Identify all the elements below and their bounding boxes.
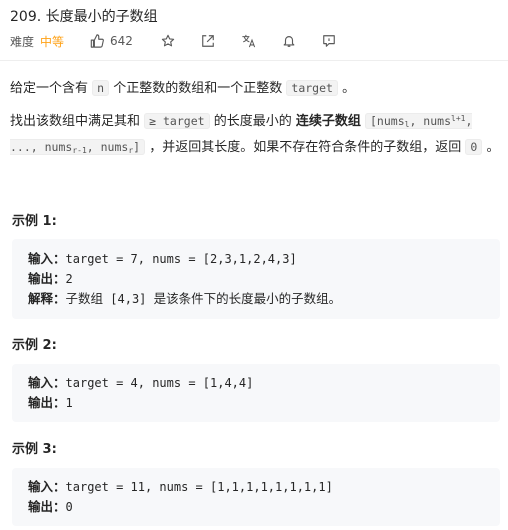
desc-text: ，并返回其长度。如果不存在符合条件的子数组，返回 <box>149 140 462 155</box>
difficulty-badge: 中等 <box>40 34 65 49</box>
desc-text: 给定一个含有 <box>10 81 89 96</box>
code-sub: r-1 <box>72 146 87 155</box>
output-value: 2 <box>65 272 73 286</box>
share-icon <box>202 35 214 47</box>
translate-icon <box>242 34 256 48</box>
code-part: [nums <box>370 114 405 128</box>
input-value: target = 11, nums = [1,1,1,1,1,1,1,1] <box>65 480 333 494</box>
example-2-input: 输入：target = 4, nums = [1,4,4] <box>28 373 253 393</box>
explain-key: 解释： <box>28 291 66 306</box>
output-key: 输出： <box>28 271 66 286</box>
like-button[interactable]: 642 <box>90 34 133 48</box>
feedback-button[interactable] <box>322 34 336 48</box>
bell-icon <box>283 36 295 47</box>
header-divider <box>0 60 508 61</box>
description-paragraph-2: 找出该数组中满足其和 ≥ target 的长度最小的 连续子数组 [numsl,… <box>10 108 500 162</box>
favorite-button[interactable] <box>161 34 175 48</box>
input-key: 输入： <box>28 375 66 390</box>
output-value: 1 <box>65 396 73 410</box>
example-2-box: 输入：target = 4, nums = [1,4,4] 输出：1 <box>12 364 500 422</box>
output-key: 输出： <box>28 499 66 514</box>
example-1-explanation: 解释：子数组 [4,3] 是该条件下的长度最小的子数组。 <box>28 289 341 309</box>
example-1-output: 输出：2 <box>28 269 73 289</box>
code-target: target <box>286 80 338 96</box>
code-zero: 0 <box>465 139 483 155</box>
thumbs-up-icon <box>90 34 104 48</box>
notification-button[interactable] <box>282 34 296 48</box>
code-ge-target: ≥ target <box>144 113 210 129</box>
code-sub: l+1 <box>451 114 466 123</box>
example-3-box: 输入：target = 11, nums = [1,1,1,1,1,1,1,1]… <box>12 468 500 526</box>
problem-title: 209. 长度最小的子数组 <box>10 9 158 25</box>
comment-icon <box>323 35 335 47</box>
code-part: , nums <box>86 140 129 154</box>
desc-text: 。 <box>486 140 500 155</box>
example-1-box: 输入：target = 7, nums = [2,3,1,2,4,3] 输出：2… <box>12 239 500 319</box>
desc-text: 个正整数的数组和一个正整数 <box>113 81 283 96</box>
code-n: n <box>92 80 110 96</box>
input-key: 输入： <box>28 479 66 494</box>
share-button[interactable] <box>201 34 215 48</box>
like-count: 642 <box>110 34 133 48</box>
output-key: 输出： <box>28 395 66 410</box>
input-value: target = 7, nums = [2,3,1,2,4,3] <box>65 252 297 266</box>
example-3-input: 输入：target = 11, nums = [1,1,1,1,1,1,1,1] <box>28 477 333 497</box>
desc-bold: 连续子数组 <box>295 114 361 129</box>
output-value: 0 <box>65 500 73 514</box>
example-2-title: 示例 2: <box>12 338 57 353</box>
input-key: 输入： <box>28 251 66 266</box>
description-paragraph-1: 给定一个含有 n 个正整数的数组和一个正整数 target 。 <box>10 77 500 100</box>
code-part: ] <box>133 140 141 154</box>
problem-meta-bar: 难度 中等 642 <box>10 31 336 51</box>
example-3-output: 输出：0 <box>28 497 73 517</box>
explain-text: 是该条件下的长度最小的子数组。 <box>153 291 342 306</box>
input-value: target = 4, nums = [1,4,4] <box>65 376 254 390</box>
difficulty-label: 难度 <box>10 34 35 49</box>
desc-text: 。 <box>342 81 356 96</box>
code-part: , nums <box>409 114 451 128</box>
desc-text: 找出该数组中满足其和 <box>10 114 141 129</box>
example-1-input: 输入：target = 7, nums = [2,3,1,2,4,3] <box>28 249 297 269</box>
desc-text: 的长度最小的 <box>213 114 292 129</box>
example-1-title: 示例 1: <box>12 214 57 229</box>
explain-text: 子数组 <box>65 291 104 306</box>
example-2-output: 输出：1 <box>28 393 73 413</box>
explain-code: [4,3] <box>110 292 147 306</box>
example-3-title: 示例 3: <box>12 442 57 457</box>
translate-button[interactable] <box>241 34 256 48</box>
star-icon <box>161 34 175 47</box>
